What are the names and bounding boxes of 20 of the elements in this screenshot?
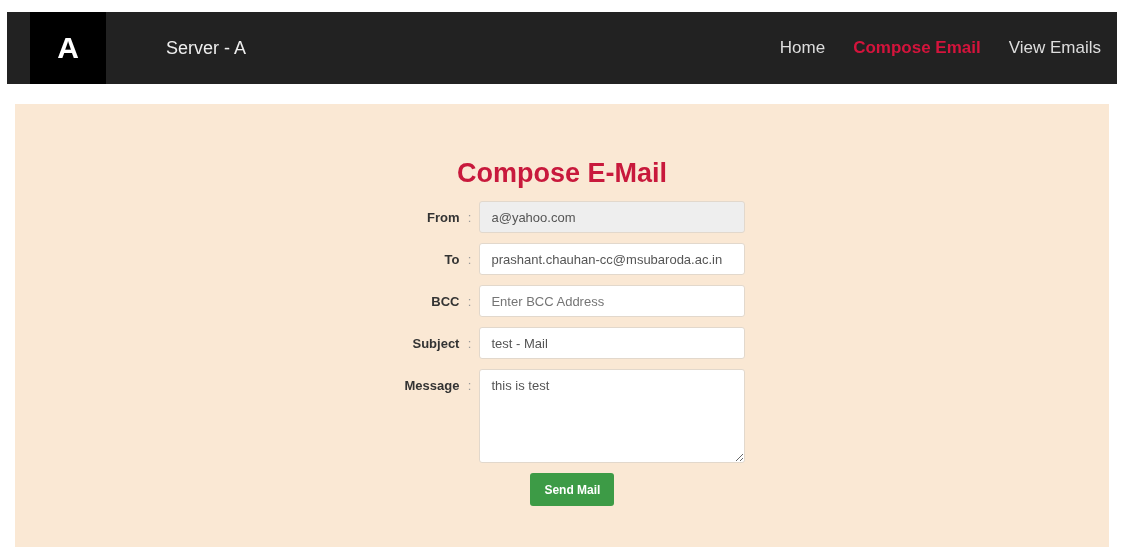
message-field[interactable]: this is test [479, 369, 746, 463]
field-label: To [443, 251, 460, 267]
input-field[interactable]: prashant.chauhan-cc@msubaroda.ac.in [479, 243, 746, 275]
input-field[interactable]: test - Mail [479, 327, 746, 359]
form-title: Compose E-Mail [457, 158, 667, 189]
brand-name: Server - A [166, 37, 248, 59]
field-label: Subject [411, 335, 460, 351]
input-field[interactable]: Enter BCC Address [479, 285, 746, 317]
logo[interactable]: A [30, 12, 106, 84]
label-colon: : [466, 335, 473, 351]
field-label: Message [404, 377, 460, 393]
nav-link[interactable]: Home [779, 38, 826, 58]
nav-link[interactable]: View Emails [1008, 38, 1101, 58]
send-mail-button[interactable]: Send Mail [530, 473, 615, 506]
label-colon: : [466, 251, 473, 267]
field-label: From [425, 209, 460, 225]
label-colon: : [466, 209, 473, 225]
label-colon: : [466, 293, 473, 309]
field-label: BCC [430, 293, 460, 309]
label-colon: : [466, 377, 473, 393]
